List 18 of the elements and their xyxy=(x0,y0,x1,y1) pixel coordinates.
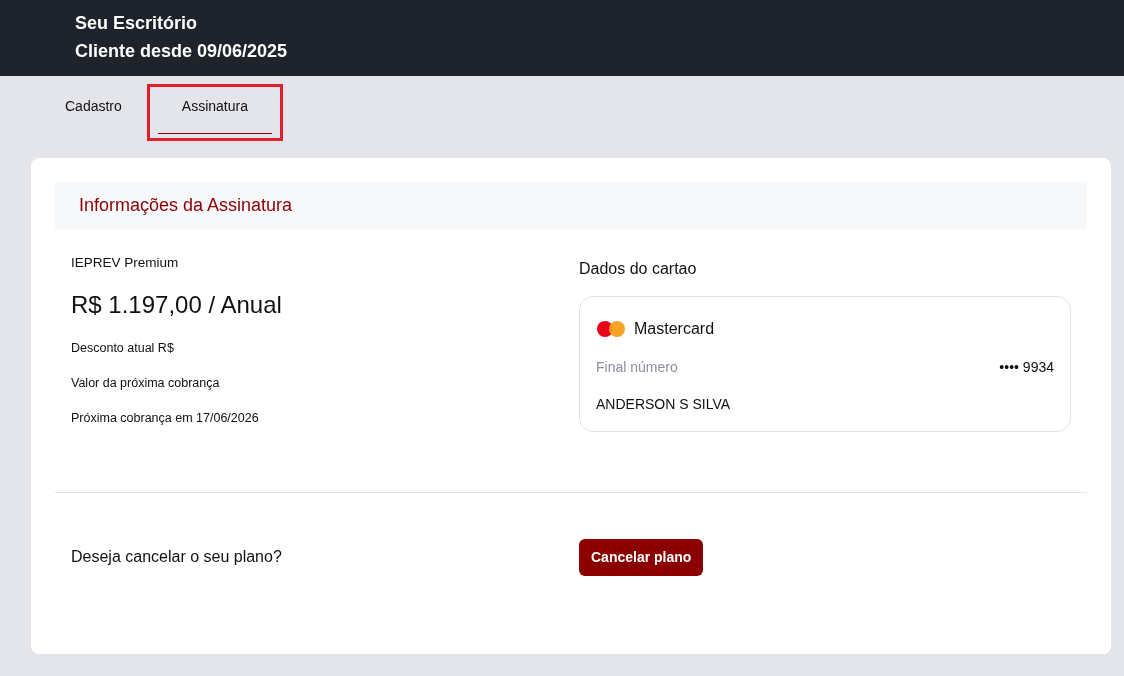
tab[interactable]: Assinatura xyxy=(157,92,272,134)
card-brand: Mastercard xyxy=(634,319,715,339)
card-number-label: Final número xyxy=(596,358,678,377)
header-title: Seu Escritório xyxy=(75,12,199,35)
card-number-value: •••• 9934 xyxy=(999,358,1054,377)
cancel-plan-button[interactable]: Cancelar plano xyxy=(579,538,704,576)
plan-price: R$ 1.197,00 / Anual xyxy=(71,290,283,321)
cancel-question: Deseja cancelar o seu plano? xyxy=(71,548,282,565)
plan-detail: Valor da próxima cobrança xyxy=(71,375,221,392)
section-title: Informações da Assinatura xyxy=(55,182,1087,229)
plan-detail: Próxima cobrança em 17/06/2026 xyxy=(71,409,260,427)
tab[interactable]: Cadastro xyxy=(51,92,136,134)
card-holder: ANDERSON S SILVA xyxy=(596,395,732,414)
card-brand-icon xyxy=(596,320,626,338)
plan-detail: Desconto atual R$ xyxy=(71,340,175,358)
card-section-title: Dados do cartao xyxy=(579,259,698,279)
header-subtitle: Cliente desde 09/06/2025 xyxy=(75,40,289,63)
plan-name: IEPREV Premium xyxy=(71,254,180,272)
